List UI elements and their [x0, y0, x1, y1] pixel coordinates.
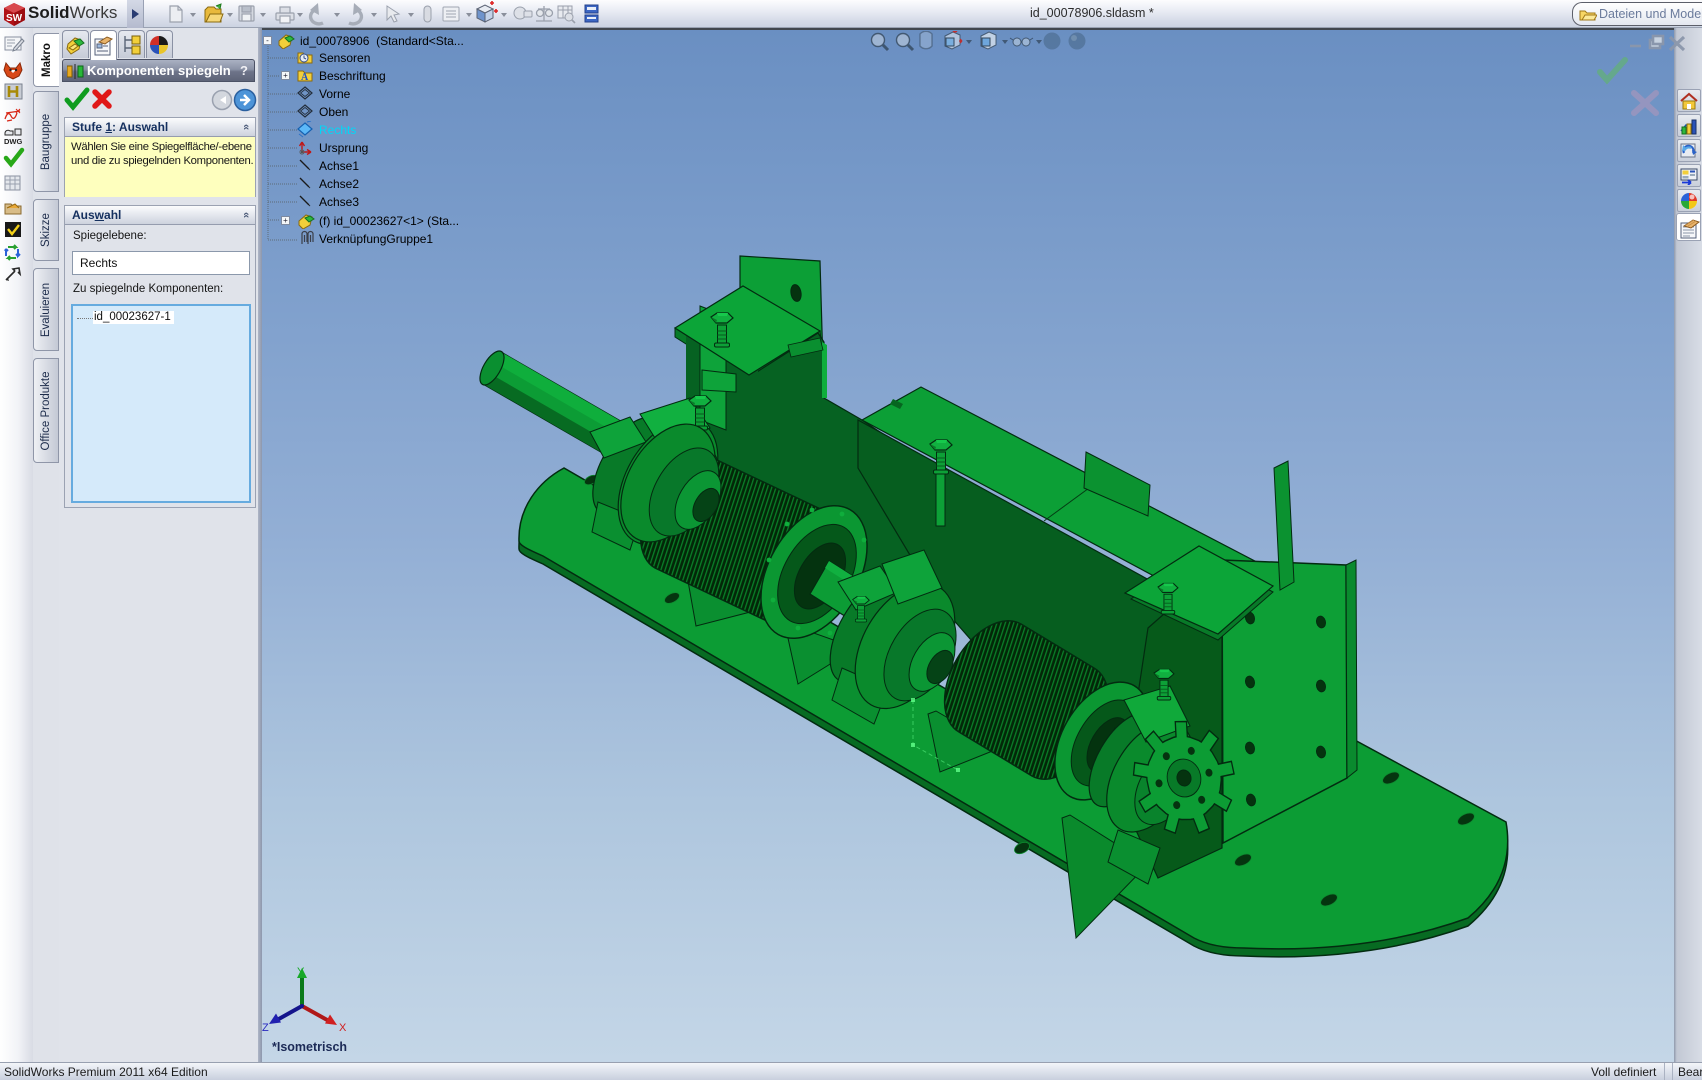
svg-text:Z: Z	[262, 1022, 269, 1034]
svg-text:A: A	[301, 72, 309, 83]
svg-text:SW: SW	[6, 13, 23, 24]
svg-text:DWG: DWG	[4, 137, 22, 146]
svg-text:Y: Y	[297, 966, 305, 978]
svg-text:X: X	[339, 1022, 347, 1034]
